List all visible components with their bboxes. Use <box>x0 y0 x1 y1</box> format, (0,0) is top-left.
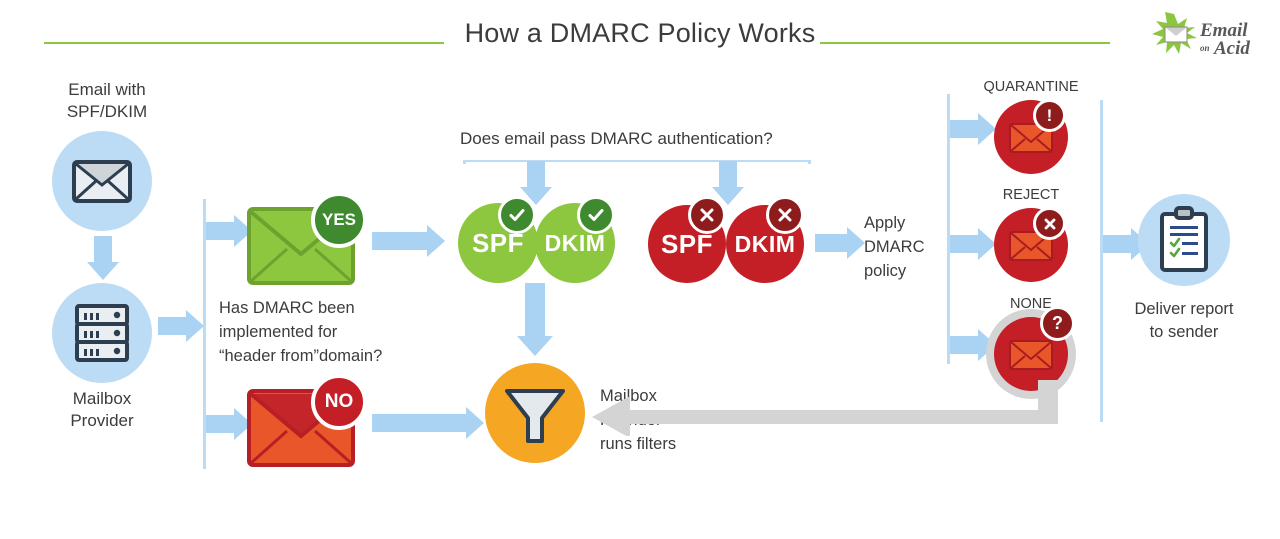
auth-fail-dkim-label: DKIM <box>734 230 796 257</box>
mailbox-provider-label: Mailbox Provider <box>42 388 162 432</box>
auth-split-left-stub <box>463 160 466 164</box>
apply-dmarc-policy-label: Apply DMARC policy <box>864 212 959 284</box>
arrow-branch-yes <box>206 215 252 247</box>
dmarc-question-line3: “header from”domain? <box>219 346 383 365</box>
auth-split-line <box>463 160 810 162</box>
envelope-icon <box>72 160 132 203</box>
policy-reject-x-icon <box>1033 207 1066 240</box>
arrow-yes-to-auth <box>372 225 445 257</box>
auth-pass-dkim-check-icon <box>577 196 615 234</box>
policy-reject-label: REJECT <box>1002 187 1060 203</box>
apply-line1: Apply <box>864 214 906 232</box>
funnel-icon <box>505 389 565 443</box>
start-email-circle <box>52 131 152 231</box>
arrow-fail-to-apply <box>815 227 865 259</box>
arrow-provider-to-decision <box>158 310 204 342</box>
auth-split-right-stub <box>808 160 811 164</box>
policy-quarantine-exclamation-icon: ! <box>1033 99 1066 132</box>
no-badge: NO <box>311 374 367 430</box>
server-rack-icon <box>75 304 129 362</box>
arrow-branch-quarantine <box>950 113 996 145</box>
report-trunk-line <box>1100 100 1103 422</box>
arrow-no-to-filters <box>372 407 484 439</box>
start-label-line2: SPF/DKIM <box>66 101 148 121</box>
deliver-report-label: Deliver report to sender <box>1112 298 1256 344</box>
start-label: Email with SPF/DKIM <box>42 79 172 123</box>
auth-fail-dkim-x-icon <box>766 196 804 234</box>
clipboard-check-icon <box>1160 206 1208 272</box>
apply-line2: DMARC <box>864 237 925 256</box>
dmarc-auth-question: Does email pass DMARC authentication? <box>460 129 773 148</box>
yes-badge: YES <box>311 192 367 248</box>
dmarc-implemented-question: Has DMARC been implemented for “header f… <box>219 297 434 369</box>
dmarc-question-line1: Has DMARC been <box>219 299 355 317</box>
filters-label-line3: runs filters <box>600 434 677 453</box>
auth-fail-spf-x-icon <box>688 196 726 234</box>
apply-line3: policy <box>864 261 907 280</box>
start-label-line1: Email with <box>68 80 146 99</box>
auth-pass-spf-check-icon <box>498 196 536 234</box>
mailbox-provider-label-line1: Mailbox <box>72 389 132 408</box>
deliver-report-line2: to sender <box>1149 323 1219 342</box>
svg-text:Acid: Acid <box>1213 38 1250 59</box>
svg-text:on: on <box>1200 43 1210 53</box>
mailbox-provider-circle <box>52 283 152 383</box>
policy-quarantine-label: QUARANTINE <box>983 79 1079 95</box>
deliver-report-line1: Deliver report <box>1134 300 1234 318</box>
arrow-none-back-to-filters <box>588 380 1080 438</box>
arrow-start-to-provider <box>87 236 119 280</box>
yes-badge-label: YES <box>321 210 357 229</box>
page-title: How a DMARC Policy Works <box>464 18 816 48</box>
diagram-canvas: How a DMARC Policy Works Email on Acid E… <box>0 0 1280 539</box>
policy-none-question-icon: ? <box>1040 306 1075 341</box>
deliver-report-circle <box>1138 194 1230 286</box>
arrow-pass-to-filters <box>517 283 553 358</box>
arrow-branch-no <box>206 408 252 440</box>
arrow-branch-reject <box>950 228 996 260</box>
no-badge-label: NO <box>324 391 354 412</box>
dmarc-question-line2: implemented for <box>219 322 338 341</box>
email-on-acid-logo: Email on Acid <box>1144 8 1264 66</box>
mailbox-provider-label-line2: Provider <box>70 410 134 430</box>
filters-circle <box>485 363 585 463</box>
